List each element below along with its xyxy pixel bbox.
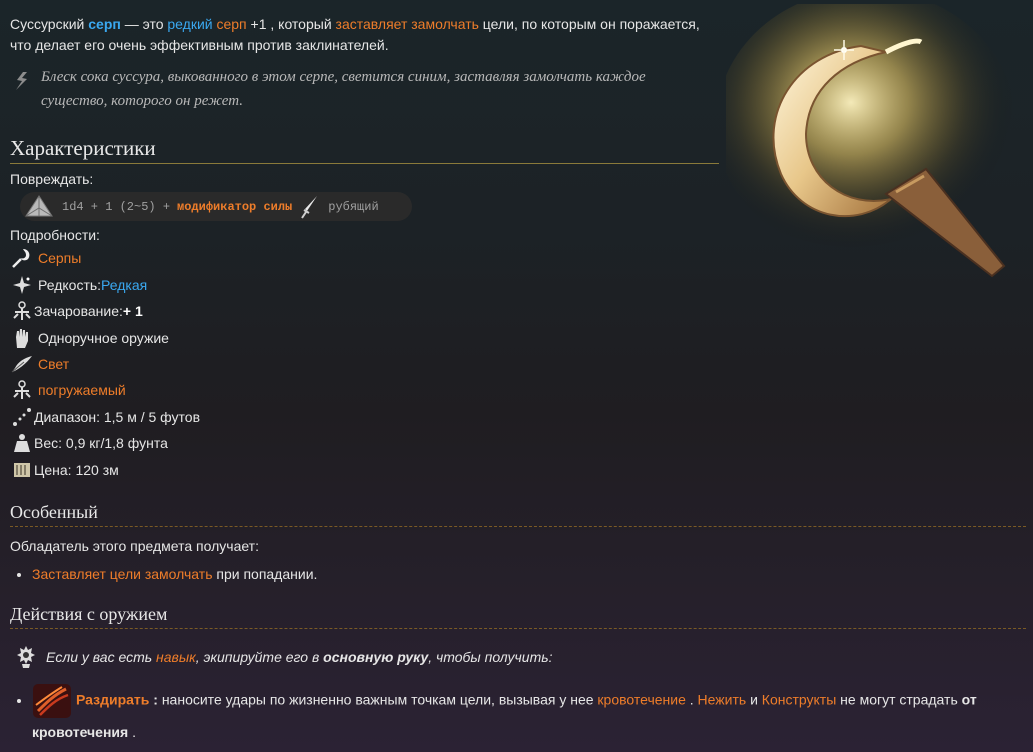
detail-row-dippable: погружаемый — [10, 377, 126, 403]
one-handed-text: Одноручное оружие — [38, 330, 169, 346]
action-text: . — [685, 691, 698, 708]
silence-targets-link[interactable]: Заставляет цели замолчать — [32, 566, 212, 582]
detail-row-range: Диапазон: 1,5 м / 5 футов — [10, 404, 200, 430]
detail-row-one-handed: Одноручное оружие — [10, 325, 169, 351]
weapon-action-list: Раздирать : наносите удары по жизненно в… — [10, 683, 1032, 746]
characteristics-heading: Характеристики — [10, 136, 719, 164]
price-text: Цена: 120 зм — [34, 462, 119, 478]
slashing-icon — [301, 195, 318, 219]
flavor-quote: Блеск сока суссура, выкованного в этом с… — [10, 65, 710, 113]
price-icon — [10, 458, 34, 482]
weight-icon — [10, 431, 34, 455]
note-text: Если у вас есть — [46, 649, 153, 665]
constructs-link[interactable]: Конструкты — [762, 692, 836, 708]
note-text: , чтобы получить: — [428, 649, 553, 665]
hand-icon — [10, 326, 34, 350]
special-item-rest: при попадании. — [212, 566, 318, 582]
intro-text: Суссурский — [10, 16, 89, 32]
light-link[interactable]: Свет — [38, 356, 69, 372]
main-hand-text: основную руку — [323, 649, 429, 665]
detail-row-enchantment: Зачарование: + 1 — [10, 298, 143, 324]
rarity-sparkle-icon — [10, 273, 34, 297]
item-description: Суссурский серп — это редкий серп +1 , к… — [10, 14, 710, 56]
special-heading: Особенный — [10, 502, 1026, 527]
sickle-icon — [10, 246, 34, 270]
bleeding-link[interactable]: кровотечение — [597, 692, 685, 708]
damage-type: рубящий — [328, 199, 379, 214]
rarity-label: Редкость: — [38, 277, 102, 293]
silence-effect-link[interactable]: заставляет замолчать — [336, 16, 479, 32]
range-text: Диапазон: 1,5 м / 5 футов — [34, 409, 201, 425]
enchantment-value: + 1 — [122, 303, 143, 319]
list-item: Раздирать : наносите удары по жизненно в… — [32, 683, 1032, 746]
detail-row-weight: Вес: 0,9 кг/1,8 фунта — [10, 430, 168, 456]
undead-link[interactable]: Нежить — [698, 692, 747, 708]
rarity-link[interactable]: редкий — [167, 16, 212, 32]
strength-modifier-link[interactable]: модификатор силы — [177, 200, 292, 214]
list-item: Заставляет цели замолчать при попадании. — [32, 566, 317, 582]
action-description: наносите удары по жизненно важным точкам… — [161, 691, 598, 708]
sickle-item-image — [726, 4, 1016, 278]
detail-row-rarity: Редкость: Редкая — [10, 272, 147, 298]
enchantment-bonus: +1 — [246, 16, 267, 32]
action-colon: : — [149, 691, 162, 708]
intro-text: , который — [266, 16, 336, 32]
enchantment-label: Зачарование: — [34, 303, 123, 319]
action-text: . — [128, 724, 136, 740]
special-intro: Обладатель этого предмета получает: — [10, 538, 259, 554]
damage-formula: 1d4 + 1 (2~5) + — [62, 199, 171, 214]
damage-pill: 1d4 + 1 (2~5) + модификатор силы рубящий — [20, 192, 412, 221]
proficiency-icon — [17, 646, 35, 668]
dippable-icon — [10, 378, 34, 402]
d4-dice-icon — [25, 194, 53, 216]
weight-text: Вес: 0,9 кг/1,8 фунта — [34, 435, 168, 451]
feather-icon — [10, 352, 34, 376]
dippable-link[interactable]: погружаемый — [38, 382, 126, 398]
enchantment-icon — [10, 299, 34, 323]
special-list: Заставляет цели замолчать при попадании. — [10, 566, 317, 582]
sickle-type-link[interactable]: серп — [216, 16, 246, 32]
proficiency-note: Если у вас есть навык , экипируйте его в… — [16, 645, 552, 669]
lacerate-link[interactable]: Раздирать — [76, 692, 149, 708]
damage-label: Повреждать: — [10, 171, 94, 187]
proficiency-link[interactable]: навык — [156, 649, 196, 665]
action-text: не могут страдать — [836, 691, 962, 708]
quote-icon — [16, 72, 27, 90]
detail-row-sickles: Серпы — [10, 245, 81, 271]
action-text: и — [746, 691, 762, 708]
range-icon — [10, 405, 34, 429]
detail-row-price: Цена: 120 зм — [10, 457, 119, 483]
sickles-link[interactable]: Серпы — [38, 250, 81, 266]
rarity-value-link[interactable]: Редкая — [101, 277, 147, 293]
intro-text: — это — [120, 16, 168, 32]
item-name: серп — [88, 16, 121, 32]
lacerate-icon — [33, 684, 71, 718]
weapon-actions-heading: Действия с оружием — [10, 604, 1026, 629]
note-text: , экипируйте его в — [195, 649, 320, 665]
flavor-quote-text: Блеск сока суссура, выкованного в этом с… — [41, 69, 646, 109]
detail-row-light: Свет — [10, 351, 69, 377]
details-label: Подробности: — [10, 227, 100, 243]
